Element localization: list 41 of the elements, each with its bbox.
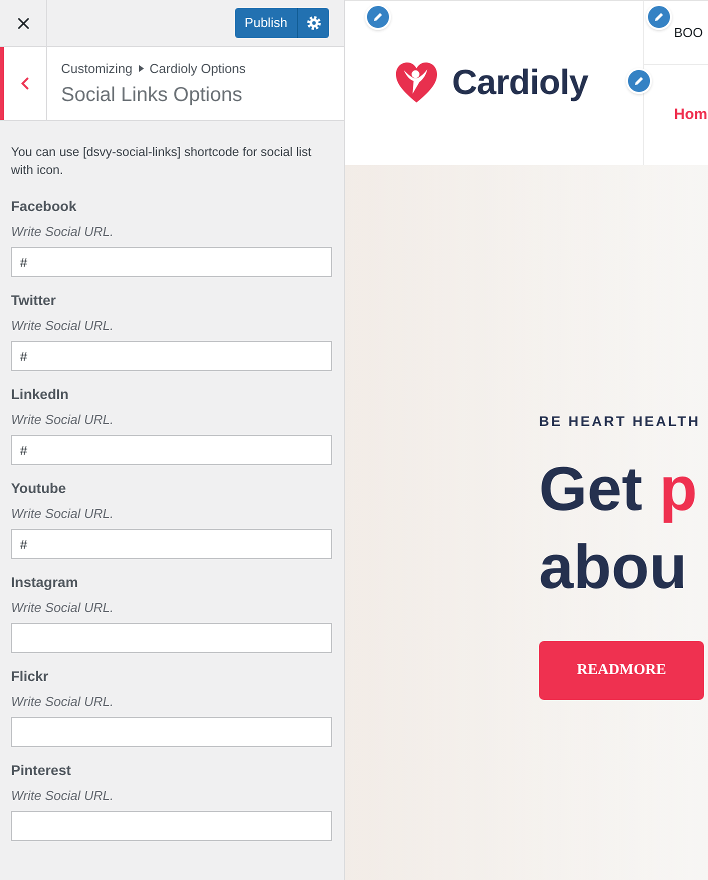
- field-label: LinkedIn: [11, 385, 70, 403]
- url-field[interactable]: #: [11, 247, 332, 277]
- header-link[interactable]: BOO: [674, 22, 703, 42]
- hero-heading-text: p: [659, 454, 698, 526]
- url-field[interactable]: [11, 623, 332, 653]
- url-field[interactable]: [11, 811, 332, 841]
- hero-heading-text: Get: [539, 454, 642, 526]
- triangle-right-icon: [138, 65, 144, 72]
- hero-heading-text: abou: [539, 532, 688, 604]
- notice-text: You can use [dsvy-social-links] shortcode for social list with icon.: [11, 144, 312, 179]
- field-description: Write Social URL.: [11, 505, 115, 523]
- field-description: Write Social URL.: [11, 411, 115, 429]
- url-field[interactable]: [11, 717, 332, 747]
- hero-kicker: BE HEART HEALTH: [539, 412, 702, 430]
- url-field[interactable]: #: [11, 435, 332, 465]
- field-description: Write Social URL.: [11, 317, 115, 335]
- readmore-button[interactable]: READMORE: [539, 641, 704, 700]
- field-description: Write Social URL.: [11, 693, 115, 711]
- nav-link[interactable]: Hom: [674, 104, 708, 126]
- field-label: Instagram: [11, 573, 79, 591]
- breadcrumb-link[interactable]: Customizing: [61, 60, 133, 78]
- url-field[interactable]: #: [11, 341, 332, 371]
- settings-button[interactable]: [297, 8, 329, 38]
- field-description: Write Social URL.: [11, 599, 115, 617]
- field-label: Youtube: [11, 479, 67, 497]
- field-label: Pinterest: [11, 761, 72, 779]
- heart-logo-icon: [395, 61, 438, 105]
- url-field[interactable]: #: [11, 529, 332, 559]
- field-label: Twitter: [11, 291, 57, 309]
- field-label: Flickr: [11, 667, 50, 685]
- close-icon: [18, 18, 28, 28]
- breadcrumb-text: Cardioly Options: [150, 60, 246, 78]
- publish-button[interactable]: Publish: [235, 8, 297, 38]
- field-label: Facebook: [11, 197, 78, 215]
- section-title: Social Links Options: [61, 82, 244, 108]
- gear-icon: [306, 16, 320, 30]
- field-description: Write Social URL.: [11, 223, 115, 241]
- back-button[interactable]: [0, 47, 47, 120]
- chevron-left-icon: [21, 77, 29, 90]
- field-description: Write Social URL.: [11, 787, 115, 805]
- logo-text: Cardioly: [452, 62, 588, 104]
